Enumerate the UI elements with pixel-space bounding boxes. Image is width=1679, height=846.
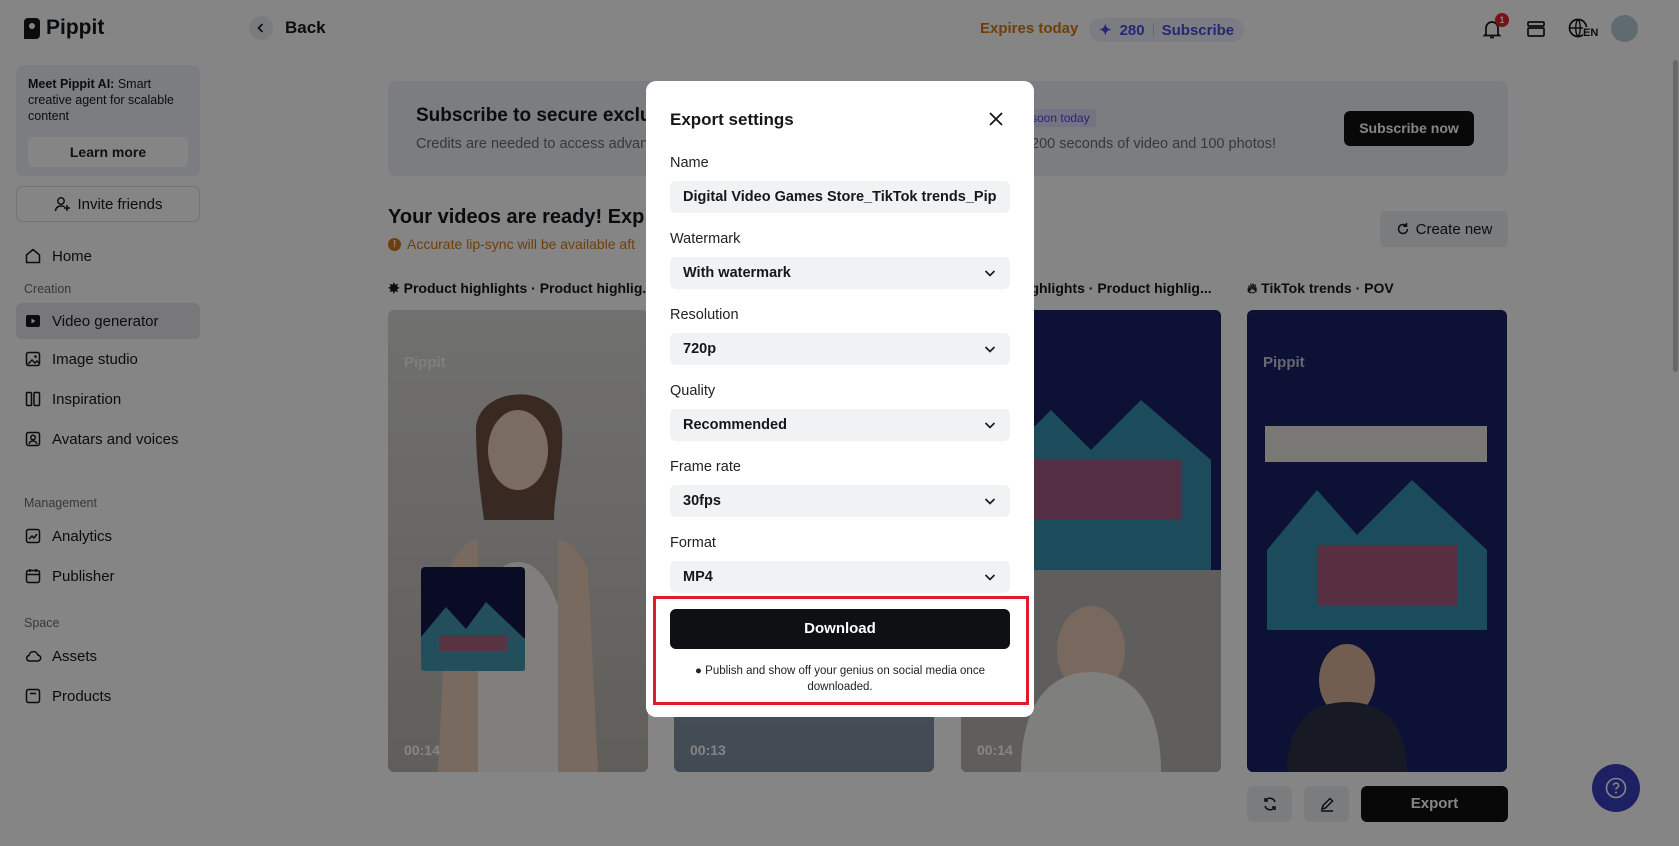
- dialog-title: Export settings: [670, 110, 794, 129]
- watermark-select[interactable]: With watermark: [670, 257, 1010, 289]
- name-label: Name: [670, 155, 709, 171]
- format-value: MP4: [683, 569, 713, 585]
- format-select[interactable]: MP4: [670, 561, 1010, 593]
- watermark-value: With watermark: [683, 265, 791, 281]
- name-input[interactable]: [683, 189, 997, 205]
- format-label: Format: [670, 535, 716, 551]
- chevron-down-icon: [984, 574, 996, 581]
- highlight-box: [653, 596, 1029, 705]
- chevron-down-icon: [984, 422, 996, 429]
- resolution-value: 720p: [683, 341, 717, 357]
- frame-rate-value: 30fps: [683, 493, 721, 509]
- close-icon: [989, 112, 1003, 126]
- quality-value: Recommended: [683, 417, 787, 433]
- frame-rate-label: Frame rate: [670, 459, 741, 475]
- quality-label: Quality: [670, 383, 716, 399]
- frame-rate-select[interactable]: 30fps: [670, 485, 1010, 517]
- chevron-down-icon: [984, 498, 996, 505]
- chevron-down-icon: [984, 346, 996, 353]
- close-button[interactable]: [986, 109, 1006, 129]
- chevron-down-icon: [984, 270, 996, 277]
- watermark-label: Watermark: [670, 231, 741, 247]
- quality-select[interactable]: Recommended: [670, 409, 1010, 441]
- name-field[interactable]: [670, 181, 1010, 213]
- resolution-label: Resolution: [670, 307, 739, 323]
- resolution-select[interactable]: 720p: [670, 333, 1010, 365]
